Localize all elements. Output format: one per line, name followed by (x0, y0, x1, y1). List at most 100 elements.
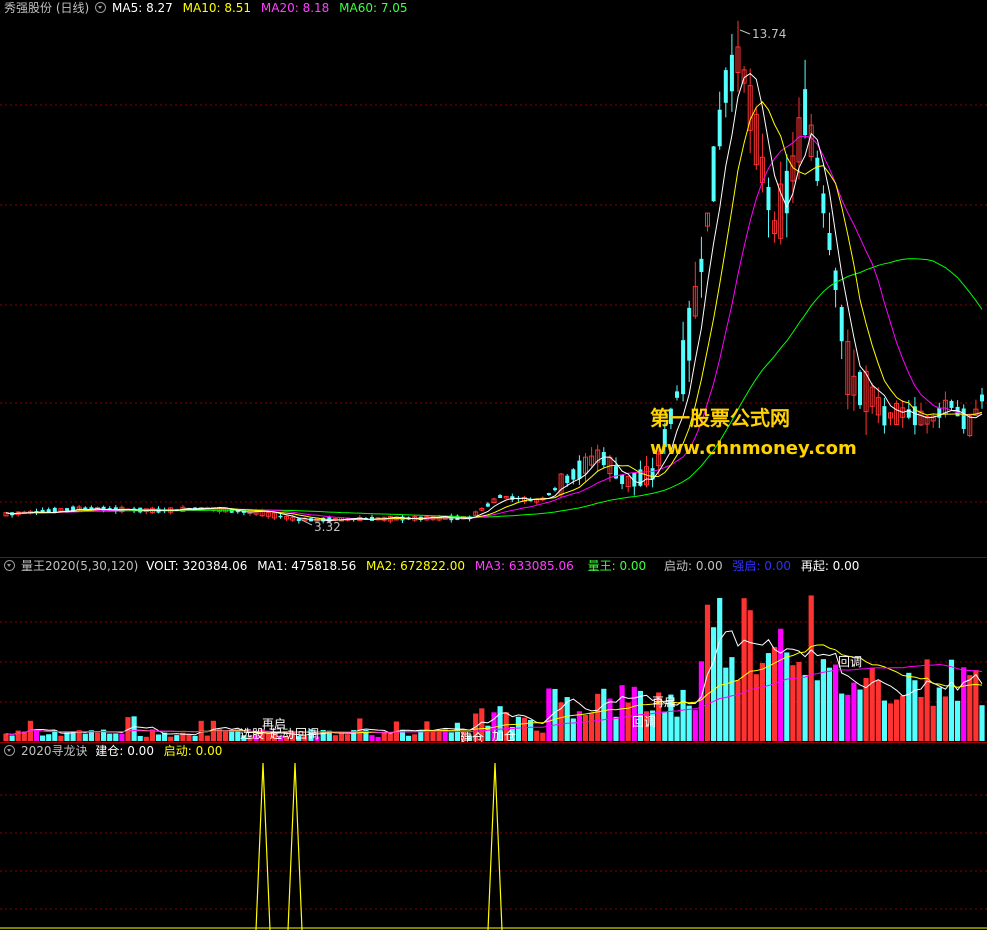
volume-bar (406, 735, 412, 741)
candle-body (827, 232, 832, 251)
volume-bar (894, 699, 900, 741)
candle-body (675, 391, 679, 398)
candle-body (949, 400, 954, 408)
stock-name[interactable]: 秀强股份 (日线) (4, 1, 89, 15)
ma60-label: MA60: 7.05 (339, 1, 408, 15)
volume-bar (845, 694, 851, 741)
volt-label: VOLT: 320384.06 (146, 559, 248, 573)
volume-bar (613, 716, 619, 741)
ma20-label: MA20: 8.18 (260, 1, 330, 15)
ma1-label: MA1: 475818.56 (257, 559, 357, 573)
volume-bar (759, 662, 765, 741)
volume-bar (747, 610, 753, 741)
volume-chart: 再启选股 起动 回调 建仓 加仓回调再启回调 (0, 595, 987, 742)
candle-body (485, 503, 490, 507)
volume-bar (576, 711, 582, 741)
volume-bar (9, 735, 15, 741)
volume-bar (881, 700, 887, 741)
candle-body (729, 54, 734, 92)
volume-bar (820, 659, 826, 741)
volume-bar (924, 659, 930, 741)
candle-body (546, 493, 551, 496)
volume-bar (515, 716, 521, 741)
volume-bar (961, 667, 967, 741)
dropdown-icon[interactable] (95, 2, 107, 13)
candle-body (980, 394, 984, 402)
volume-bar (582, 714, 589, 741)
ma3-label: MA3: 633085.06 (474, 559, 574, 573)
candle-body (833, 270, 838, 291)
signal-spike (487, 762, 503, 930)
volume-bar (570, 718, 576, 741)
signal-tag: 回调 (838, 655, 862, 669)
sig-indicator-name[interactable]: 2020寻龙诀 (21, 744, 88, 758)
volume-bar (704, 604, 711, 741)
volume-bar (155, 734, 162, 741)
volume-bar (168, 736, 174, 741)
volume-bar (369, 735, 375, 741)
volume-bar (131, 716, 137, 741)
zaiqi-label: 再起: 0.00 (800, 559, 860, 573)
volume-bar (601, 688, 607, 741)
volume-bar (40, 735, 46, 741)
volume-pane[interactable]: 再启 选股 起动 回调 建仓 加仓 回调 再启 回调 量王2020(5,30,120) VOLT… (0, 558, 987, 742)
price-header: 秀强股份 (日线) MA5: 8.27 MA10: 8.51 MA20: 8.1… (4, 1, 414, 15)
volume-bar (869, 667, 875, 741)
volume-bar (936, 687, 942, 741)
signal-tag: 加仓 (492, 729, 516, 742)
volume-bar (412, 734, 418, 741)
candle-body (577, 460, 582, 479)
candle-body (858, 372, 862, 406)
price-pane[interactable]: 13.74 3.32 秀强股份 (日线) MA5: 8.27 MA10: 8.51… (0, 0, 987, 557)
volume-bar (674, 716, 680, 741)
watermark-title: 第一股票公式网 (650, 406, 790, 430)
volume-bar (94, 732, 101, 741)
volume-bar (58, 735, 64, 741)
volume-bar (930, 705, 936, 741)
dropdown-icon[interactable] (4, 560, 15, 571)
volume-bar (918, 696, 924, 741)
candle-body (278, 515, 283, 518)
signal-pane[interactable]: 2020寻龙诀 建仓: 0.00 启动: 0.00 (0, 743, 987, 930)
ma10-label: MA10: 8.51 (182, 1, 252, 15)
volume-bar (448, 732, 454, 741)
candle-body (717, 109, 722, 147)
price-chart: 13.74 3.32 (0, 20, 987, 534)
volume-bar (723, 667, 729, 741)
qiangqi-label: 强启: 0.00 (732, 559, 791, 573)
volume-bar (887, 703, 894, 741)
candle-body (821, 193, 826, 214)
candle-body (565, 475, 570, 483)
volume-bar (375, 736, 381, 741)
volume-bar (698, 661, 704, 741)
candle-body (766, 186, 771, 211)
volume-bar (826, 667, 833, 741)
signal-tag: 选股 (240, 727, 264, 741)
volume-bar (833, 664, 839, 741)
signal-tag: 回调 (632, 715, 656, 729)
volume-bar (381, 731, 387, 741)
volume-bar (223, 731, 229, 741)
candle-body (65, 508, 69, 511)
volume-bar (692, 710, 698, 741)
dropdown-icon[interactable] (4, 745, 15, 756)
signal-tag: 回调 (295, 727, 319, 741)
volume-bar (15, 730, 21, 741)
volume-bar (619, 685, 625, 741)
volume-bar (796, 662, 802, 741)
signal-spike (287, 762, 303, 930)
signal-tag: 起动 (270, 727, 294, 741)
volume-bar (839, 693, 845, 741)
volume-bar (662, 711, 668, 741)
volume-bar (119, 733, 125, 741)
volume-bar (735, 680, 741, 741)
candle-body (601, 452, 606, 466)
high-price-label: 13.74 (752, 27, 786, 41)
volume-bar (345, 734, 351, 741)
vol-indicator-name[interactable]: 量王2020(5,30,120) (21, 559, 138, 573)
candle-body (498, 495, 503, 499)
volume-bar (143, 736, 149, 741)
candle-body (882, 406, 887, 426)
volume-bar (546, 688, 552, 741)
volume-bar (753, 674, 759, 741)
